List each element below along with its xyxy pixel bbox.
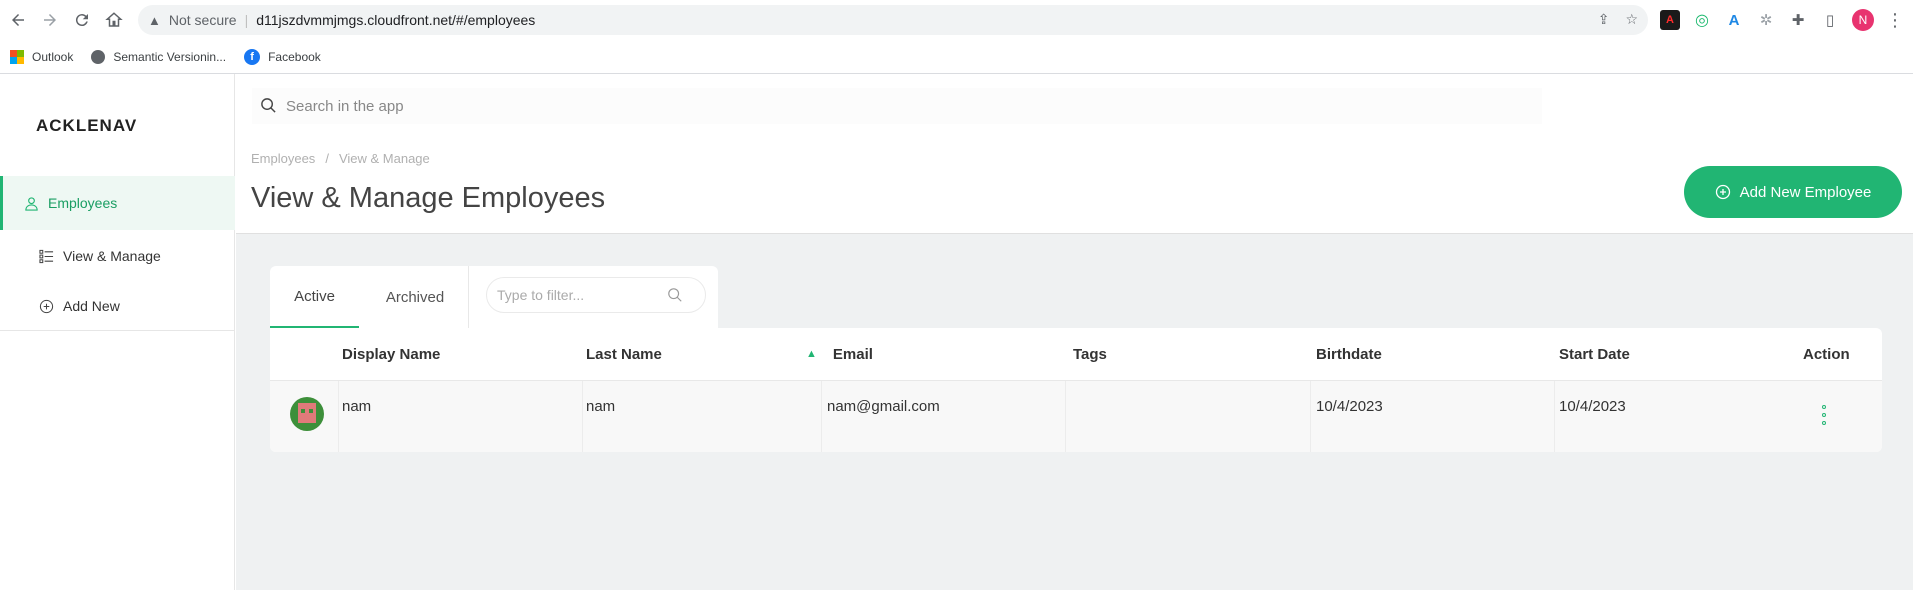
column-header-tags[interactable]: Tags [1073,328,1107,380]
avatar [290,397,324,431]
bookmark-label: Facebook [268,49,321,64]
bookmark-semver[interactable]: Semantic Versionin... [91,49,227,64]
green-extension-icon[interactable]: ◎ [1692,10,1712,30]
back-icon[interactable] [2,4,34,36]
browser-toolbar: ▲ Not secure | d11jszdvmmjmgs.cloudfront… [0,0,1913,40]
cell-email: nam@gmail.com [827,397,940,415]
url-text: d11jszdvmmjmgs.cloudfront.net/#/employee… [256,12,536,28]
search-icon [260,97,278,115]
cell-start-date: 10/4/2023 [1559,397,1626,415]
reload-icon[interactable] [66,4,98,36]
tab-active[interactable]: Active [270,266,359,328]
row-actions-icon[interactable] [1818,405,1830,425]
app-search [252,88,1542,124]
profile-avatar[interactable]: N [1852,9,1874,31]
sidebar-item-employees[interactable]: Employees [0,176,235,230]
plus-circle-icon [1715,184,1732,201]
bookmarks-bar: Outlook Semantic Versionin... f Facebook [0,40,1913,74]
side-panel-icon[interactable]: ▯ [1820,10,1840,30]
column-header-last-name[interactable]: Last Name [586,328,662,380]
column-header-birthdate[interactable]: Birthdate [1316,328,1382,380]
page-header: Employees / View & Manage View & Manage … [236,74,1913,234]
app-logo[interactable]: ACKLENAV [36,116,136,136]
facebook-icon: f [244,48,261,65]
share-icon[interactable]: ⇪ [1598,11,1610,28]
employees-table: Display Name Last Name ▲ Email Tags Birt… [270,328,1882,452]
breadcrumb-separator: / [325,151,329,166]
sidebar: ACKLENAV Employees View & Manage Add New [0,74,235,590]
kebab-menu-icon[interactable]: ⋮ [1886,10,1904,31]
sidebar-divider [0,330,235,331]
cell-display-name: nam [342,397,372,415]
add-button-label: Add New Employee [1739,183,1872,201]
cell-birthdate: 10/4/2023 [1316,397,1383,415]
list-icon [38,248,54,264]
sort-ascending-icon: ▲ [806,348,817,360]
sidebar-item-label: View & Manage [63,248,161,264]
cell-last-name: nam [586,397,616,415]
sidebar-item-add-new[interactable]: Add New [0,282,235,330]
tab-divider [468,266,469,328]
globe-icon [91,49,106,64]
breadcrumb: Employees / View & Manage [251,151,430,166]
bookmark-outlook[interactable]: Outlook [10,49,74,64]
tabs-bar: Active Archived [270,266,718,328]
extensions-bar: A ◎ A ✲ ✚ ▯ N ⋮ [1660,9,1904,31]
sidebar-item-view-manage[interactable]: View & Manage [0,232,235,280]
page-title: View & Manage Employees [251,182,606,214]
bookmark-star-icon[interactable]: ☆ [1625,11,1638,28]
column-header-email[interactable]: ▲ Email [806,328,873,380]
sidebar-item-label: Add New [63,298,120,314]
filter-input[interactable] [497,287,667,303]
column-header-label: Email [832,345,873,363]
adobe-extension-icon[interactable]: A [1660,10,1680,30]
a-extension-icon[interactable]: A [1724,10,1744,30]
tab-archived[interactable]: Archived [370,266,460,328]
column-header-display-name[interactable]: Display Name [342,328,440,380]
bookmark-label: Semantic Versionin... [113,49,227,64]
column-header-start-date[interactable]: Start Date [1559,328,1630,380]
puzzle-icon[interactable]: ✚ [1788,10,1808,30]
breadcrumb-employees[interactable]: Employees [251,151,315,166]
address-divider: | [244,12,249,28]
warning-icon: ▲ [148,12,161,28]
forward-icon[interactable] [34,4,66,36]
microsoft-icon [10,49,24,64]
filter-box [486,277,706,313]
search-input[interactable] [286,97,1186,115]
add-new-employee-button[interactable]: Add New Employee [1684,166,1902,218]
main-content: Active Archived Display Name Last Name ▲… [236,234,1913,590]
security-label: Not secure [168,12,237,28]
column-header-action: Action [1803,345,1850,363]
breadcrumb-view-manage[interactable]: View & Manage [339,151,430,166]
plus-circle-icon [38,298,54,314]
search-icon[interactable] [667,287,683,303]
user-icon [23,195,39,211]
bookmark-label: Outlook [32,49,74,64]
table-row[interactable]: nam nam nam@gmail.com 10/4/2023 10/4/202… [270,381,1882,452]
grey-extension-icon[interactable]: ✲ [1756,10,1776,30]
address-bar[interactable]: ▲ Not secure | d11jszdvmmjmgs.cloudfront… [138,5,1648,35]
sidebar-item-label: Employees [48,195,118,211]
home-icon[interactable] [98,4,130,36]
bookmark-facebook[interactable]: f Facebook [244,48,321,65]
